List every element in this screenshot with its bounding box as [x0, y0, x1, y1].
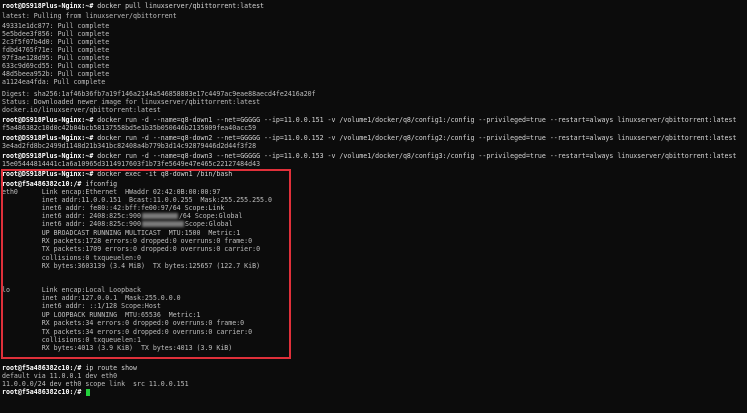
- output-text: 49331e1dc877: Pull complete: [2, 22, 110, 30]
- terminal-line: 97f3ae128d95: Pull complete: [2, 54, 109, 62]
- output-text: TX packets:1709 errors:0 dropped:0 overr…: [2, 245, 261, 253]
- terminal-line: fdbd4765f71e: Pull complete: [2, 46, 109, 54]
- terminal-line: root@f5a486382c10:/#: [2, 388, 91, 396]
- output-text: UP LOOPBACK RUNNING MTU:65536 Metric:1: [2, 311, 201, 319]
- terminal-line: RX packets:34 errors:0 dropped:0 overrun…: [2, 319, 244, 327]
- output-text: RX bytes:3603139 (3.4 MiB) TX bytes:1256…: [2, 262, 261, 270]
- output-text: a1124ea4fda: Pull complete: [2, 78, 106, 86]
- command-text: docker exec -it q8-down1 /bin/bash: [97, 170, 233, 178]
- output-text: RX bytes:4013 (3.9 KiB) TX bytes:4013 (3…: [2, 344, 233, 352]
- terminal-line: UP BROADCAST RUNNING MULTICAST MTU:1500 …: [2, 229, 241, 237]
- terminal-line: 5e5bdee3f856: Pull complete: [2, 30, 109, 38]
- output-text: lo Link encap:Local Loopback: [2, 286, 141, 294]
- terminal-line: 48d5beea952b: Pull complete: [2, 70, 109, 78]
- output-text: TX packets:34 errors:0 dropped:0 overrun…: [2, 328, 253, 336]
- terminal-line: RX bytes:3603139 (3.4 MiB) TX bytes:1256…: [2, 262, 260, 270]
- command-text: docker run -d --name=q8-down3 --net=GGGG…: [97, 152, 737, 160]
- redacted-address: [141, 221, 184, 227]
- terminal-line: root@f5a486382c10:/# ip route show: [2, 364, 137, 372]
- output-text: collisions:0 txqueuelen:1: [2, 336, 141, 344]
- redacted-address: [141, 213, 178, 219]
- terminal-line: root@DS918Plus-Nginx:~# docker run -d --…: [2, 116, 736, 124]
- command-text: docker run -d --name=q8-down1 --net=GGGG…: [97, 116, 737, 124]
- output-text: inet6 addr: fe80::42:bff:fe00:97/64 Scop…: [2, 204, 225, 212]
- terminal-line: UP LOOPBACK RUNNING MTU:65536 Metric:1: [2, 311, 201, 319]
- output-text: inet6 addr: 2408:825c:900: [2, 212, 141, 220]
- text-cursor: [86, 388, 91, 396]
- output-text: fdbd4765f71e: Pull complete: [2, 46, 110, 54]
- output-text: 2c3f5f07b4d0: Pull complete: [2, 38, 110, 46]
- output-text: 97f3ae128d95: Pull complete: [2, 54, 110, 62]
- terminal-line: root@DS918Plus-Nginx:~# docker exec -it …: [2, 170, 232, 178]
- terminal-line: collisions:0 txqueuelen:0: [2, 254, 141, 262]
- command-text: docker run -d --name=q8-down2 --net=GGGG…: [97, 134, 737, 142]
- shell-prompt: root@f5a486382c10:/#: [2, 364, 86, 372]
- terminal-line: 49331e1dc877: Pull complete: [2, 22, 109, 30]
- output-text: Status: Downloaded newer image for linux…: [2, 98, 261, 106]
- terminal-line: 11.0.0.0/24 dev eth0 scope link src 11.0…: [2, 380, 189, 388]
- terminal-line: TX packets:1709 errors:0 dropped:0 overr…: [2, 245, 260, 253]
- terminal-window[interactable]: root@DS918Plus-Nginx:~# docker pull linu…: [0, 0, 747, 413]
- command-text: docker pull linuxserver/qbittorrent:late…: [97, 2, 265, 10]
- output-text: inet addr:11.0.0.151 Bcast:11.0.0.255 Ma…: [2, 196, 272, 204]
- terminal-line: inet6 addr: 2408:825c:900/64 Scope:Globa…: [2, 212, 243, 220]
- command-text: ifconfig: [85, 180, 118, 188]
- shell-prompt: root@f5a486382c10:/#: [2, 388, 86, 396]
- output-text: 48d5beea952b: Pull complete: [2, 70, 110, 78]
- shell-prompt: root@DS918Plus-Nginx:~#: [2, 134, 98, 142]
- output-text: latest: Pulling from linuxserver/qbittor…: [2, 12, 177, 20]
- shell-prompt: root@DS918Plus-Nginx:~#: [2, 170, 98, 178]
- output-text: UP BROADCAST RUNNING MULTICAST MTU:1500 …: [2, 229, 241, 237]
- terminal-line: root@DS918Plus-Nginx:~# docker run -d --…: [2, 152, 736, 160]
- terminal-line: collisions:0 txqueuelen:1: [2, 336, 141, 344]
- terminal-line: latest: Pulling from linuxserver/qbittor…: [2, 12, 177, 20]
- output-text: inet6 addr: ::1/128 Scope:Host: [2, 302, 161, 310]
- terminal-line: lo Link encap:Local Loopback: [2, 286, 141, 294]
- shell-prompt: root@DS918Plus-Nginx:~#: [2, 2, 98, 10]
- terminal-line: 633c9d69cd55: Pull complete: [2, 62, 109, 70]
- terminal-line: RX packets:1728 errors:0 dropped:0 overr…: [2, 237, 252, 245]
- terminal-line: 15e05444814441c1a6a10965d3114917603f1b73…: [2, 160, 260, 168]
- terminal-line: root@DS918Plus-Nginx:~# docker run -d --…: [2, 134, 736, 142]
- output-text: inet6 addr: 2408:825c:900: [2, 220, 141, 228]
- terminal-line: docker.io/linuxserver/qbittorrent:latest: [2, 106, 161, 114]
- terminal-line: root@f5a486382c10:/# ifconfig: [2, 180, 117, 188]
- terminal-line: inet addr:11.0.0.151 Bcast:11.0.0.255 Ma…: [2, 196, 272, 204]
- output-text: f5a486382c10d0c42b04bcb58137558bd5e1b35b…: [2, 124, 257, 132]
- terminal-line: inet6 addr: fe80::42:bff:fe00:97/64 Scop…: [2, 204, 225, 212]
- output-text: inet addr:127.0.0.1 Mask:255.0.0.0: [2, 294, 181, 302]
- terminal-line: eth0 Link encap:Ethernet HWaddr 02:42:0B…: [2, 188, 220, 196]
- terminal-line: Digest: sha256:1af46b36fb7a19f146a2144a5…: [2, 90, 316, 98]
- output-text: default via 11.0.0.1 dev eth0: [2, 372, 118, 380]
- output-text: /64 Scope:Global: [178, 212, 243, 220]
- shell-prompt: root@DS918Plus-Nginx:~#: [2, 116, 98, 124]
- output-text: RX packets:34 errors:0 dropped:0 overrun…: [2, 319, 245, 327]
- output-text: Digest: sha256:1af46b36fb7a19f146a2144a5…: [2, 90, 316, 98]
- terminal-line: default via 11.0.0.1 dev eth0: [2, 372, 117, 380]
- terminal-line: Status: Downloaded newer image for linux…: [2, 98, 260, 106]
- output-text: collisions:0 txqueuelen:0: [2, 254, 141, 262]
- output-text: 3e4ad2fd8bc2499d1148d21b341bc82408a4b779…: [2, 142, 257, 150]
- output-text: 5e5bdee3f856: Pull complete: [2, 30, 110, 38]
- output-text: Scope:Global: [184, 220, 233, 228]
- command-text: ip route show: [85, 364, 137, 372]
- output-text: docker.io/linuxserver/qbittorrent:latest: [2, 106, 161, 114]
- terminal-line: inet6 addr: 2408:825c:900 Scope:Global: [2, 220, 233, 228]
- output-text: 633c9d69cd55: Pull complete: [2, 62, 110, 70]
- shell-prompt: root@DS918Plus-Nginx:~#: [2, 152, 98, 160]
- output-text: 15e05444814441c1a6a10965d3114917603f1b73…: [2, 160, 261, 168]
- terminal-line: 3e4ad2fd8bc2499d1148d21b341bc82408a4b779…: [2, 142, 256, 150]
- terminal-line: RX bytes:4013 (3.9 KiB) TX bytes:4013 (3…: [2, 344, 233, 352]
- terminal-line: inet addr:127.0.0.1 Mask:255.0.0.0: [2, 294, 181, 302]
- output-text: 11.0.0.0/24 dev eth0 scope link src 11.0…: [2, 380, 189, 388]
- terminal-line: root@DS918Plus-Nginx:~# docker pull linu…: [2, 2, 264, 10]
- terminal-line: TX packets:34 errors:0 dropped:0 overrun…: [2, 328, 252, 336]
- terminal-line: f5a486382c10d0c42b04bcb58137558bd5e1b35b…: [2, 124, 256, 132]
- output-text: eth0 Link encap:Ethernet HWaddr 02:42:0B…: [2, 188, 221, 196]
- terminal-line: a1124ea4fda: Pull complete: [2, 78, 105, 86]
- terminal-line: inet6 addr: ::1/128 Scope:Host: [2, 302, 161, 310]
- terminal-line: 2c3f5f07b4d0: Pull complete: [2, 38, 109, 46]
- shell-prompt: root@f5a486382c10:/#: [2, 180, 86, 188]
- output-text: RX packets:1728 errors:0 dropped:0 overr…: [2, 237, 253, 245]
